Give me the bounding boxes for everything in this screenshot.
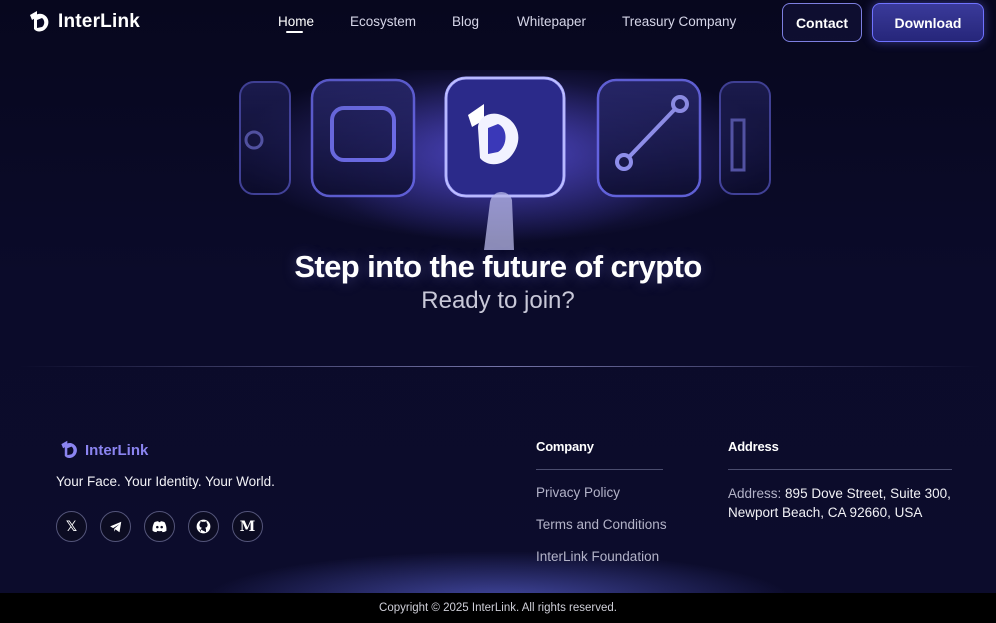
footer-brand-name: InterLink (85, 441, 149, 459)
x-icon[interactable]: 𝕏 (56, 511, 87, 542)
nav-home[interactable]: Home (278, 14, 314, 29)
discord-icon[interactable] (144, 511, 175, 542)
hero-illustration (232, 70, 777, 250)
nav-ecosystem[interactable]: Ecosystem (350, 14, 416, 29)
nav-whitepaper[interactable]: Whitepaper (517, 14, 586, 29)
foundation-link[interactable]: InterLink Foundation (536, 549, 659, 564)
address-text: Address: 895 Dove Street, Suite 300, New… (728, 484, 968, 522)
terms-link[interactable]: Terms and Conditions (536, 517, 667, 532)
top-navigation: InterLink Home Ecosystem Blog Whitepaper… (0, 0, 996, 44)
hero-title: Step into the future of crypto (294, 249, 702, 284)
copyright-bar: Copyright © 2025 InterLink. All rights r… (0, 593, 996, 623)
company-heading: Company (536, 439, 594, 454)
hero-subtitle: Ready to join? (421, 287, 575, 314)
address-heading: Address (728, 439, 779, 454)
privacy-policy-link[interactable]: Privacy Policy (536, 485, 620, 500)
telegram-icon[interactable] (100, 511, 131, 542)
company-divider (536, 469, 663, 470)
left-edge-tile (239, 81, 291, 195)
medium-icon[interactable]: M (232, 511, 263, 542)
download-button[interactable]: Download (872, 3, 984, 42)
footer-brand-logo[interactable]: InterLink (58, 439, 148, 461)
interlink-logo-icon (30, 11, 49, 32)
chat-tile (310, 78, 416, 198)
interlink-logo-icon (61, 440, 77, 459)
footer-tagline: Your Face. Your Identity. Your World. (56, 474, 275, 489)
link-tile (596, 78, 702, 198)
social-links: 𝕏 M (56, 511, 263, 542)
contact-button[interactable]: Contact (782, 3, 862, 42)
address-label: Address: (728, 486, 782, 501)
brand-logo[interactable]: InterLink (26, 9, 140, 35)
copyright-text: Copyright © 2025 InterLink. All rights r… (379, 602, 617, 614)
github-icon[interactable] (188, 511, 219, 542)
nav-blog[interactable]: Blog (452, 14, 479, 29)
active-nav-indicator (286, 31, 303, 33)
right-edge-tile (719, 81, 771, 195)
nav-treasury-company[interactable]: Treasury Company (622, 14, 736, 29)
section-divider (20, 366, 980, 367)
interlink-center-tile (444, 76, 566, 198)
address-divider (728, 469, 952, 470)
brand-name: InterLink (58, 11, 141, 32)
